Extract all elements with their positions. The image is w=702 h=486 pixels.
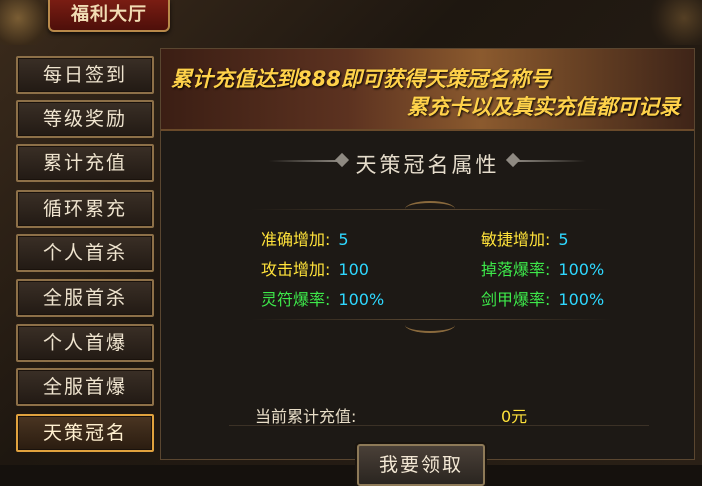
banner-headline: 累计充值达到888即可获得天策冠名称号: [171, 67, 551, 91]
attribute-agility: 敏捷增加: 5: [481, 226, 569, 250]
attribute-value: 5: [338, 230, 349, 249]
attribute-value: 100%: [558, 290, 605, 309]
promo-banner: 累计充值达到888即可获得天策冠名称号 累充卡以及真实充值都可记录: [161, 49, 694, 131]
attribute-label: 灵符爆率:: [261, 290, 331, 309]
window-title: 福利大厅: [48, 0, 170, 32]
sidebar-item-personal-first-kill[interactable]: 个人首杀: [16, 234, 154, 272]
sidebar-item-server-first-kill[interactable]: 全服首杀: [16, 279, 154, 317]
title-ornament-right-icon: [514, 160, 586, 162]
sidebar-item-server-first-drop[interactable]: 全服首爆: [16, 368, 154, 406]
attribute-drop-rate: 掉落爆率: 100%: [481, 256, 604, 280]
claim-button[interactable]: 我要领取: [357, 444, 485, 486]
attribute-attack: 攻击增加: 100: [261, 256, 369, 280]
divider-ornament-top-icon: [405, 201, 455, 217]
sidebar: 每日签到 等级奖励 累计充值 循环累充 个人首杀 全服首杀 个人首爆 全服首爆 …: [12, 52, 158, 460]
total-recharge-label: 当前累计充值:: [255, 407, 357, 426]
content-panel: 累计充值达到888即可获得天策冠名称号 累充卡以及真实充值都可记录 天策冠名属性…: [160, 48, 695, 486]
total-recharge-value: 0元: [501, 407, 528, 426]
attribute-accuracy: 准确增加: 5: [261, 226, 349, 250]
sidebar-item-total-recharge[interactable]: 累计充值: [16, 144, 154, 182]
attribute-label: 剑甲爆率:: [481, 290, 551, 309]
attribute-talisman-rate: 灵符爆率: 100%: [261, 286, 384, 310]
attribute-label: 掉落爆率:: [481, 260, 551, 279]
attribute-label: 敏捷增加:: [481, 230, 551, 249]
section-title: 天策冠名属性: [355, 153, 500, 177]
total-recharge-row: 当前累计充值: 0元: [229, 399, 649, 426]
divider-ornament-bottom-icon: [405, 317, 455, 333]
banner-subline: 累充卡以及真实充值都可记录: [407, 95, 680, 119]
attribute-value: 5: [558, 230, 569, 249]
sidebar-item-tiance-title[interactable]: 天策冠名: [16, 414, 154, 452]
attribute-label: 攻击增加:: [261, 260, 331, 279]
attribute-sword-armor-rate: 剑甲爆率: 100%: [481, 286, 604, 310]
corner-ornament-icon: [642, 0, 702, 45]
sidebar-item-level-reward[interactable]: 等级奖励: [16, 100, 154, 138]
sidebar-item-daily-signin[interactable]: 每日签到: [16, 56, 154, 94]
attribute-value: 100: [338, 260, 369, 279]
attribute-value: 100%: [338, 290, 385, 309]
sidebar-item-loop-recharge[interactable]: 循环累充: [16, 190, 154, 228]
attribute-value: 100%: [558, 260, 605, 279]
welfare-hall-window: 福利大厅 每日签到 等级奖励 累计充值 循环累充 个人首杀 全服首杀 个人首爆 …: [0, 0, 702, 486]
sidebar-item-personal-first-drop[interactable]: 个人首爆: [16, 324, 154, 362]
attribute-label: 准确增加:: [261, 230, 331, 249]
